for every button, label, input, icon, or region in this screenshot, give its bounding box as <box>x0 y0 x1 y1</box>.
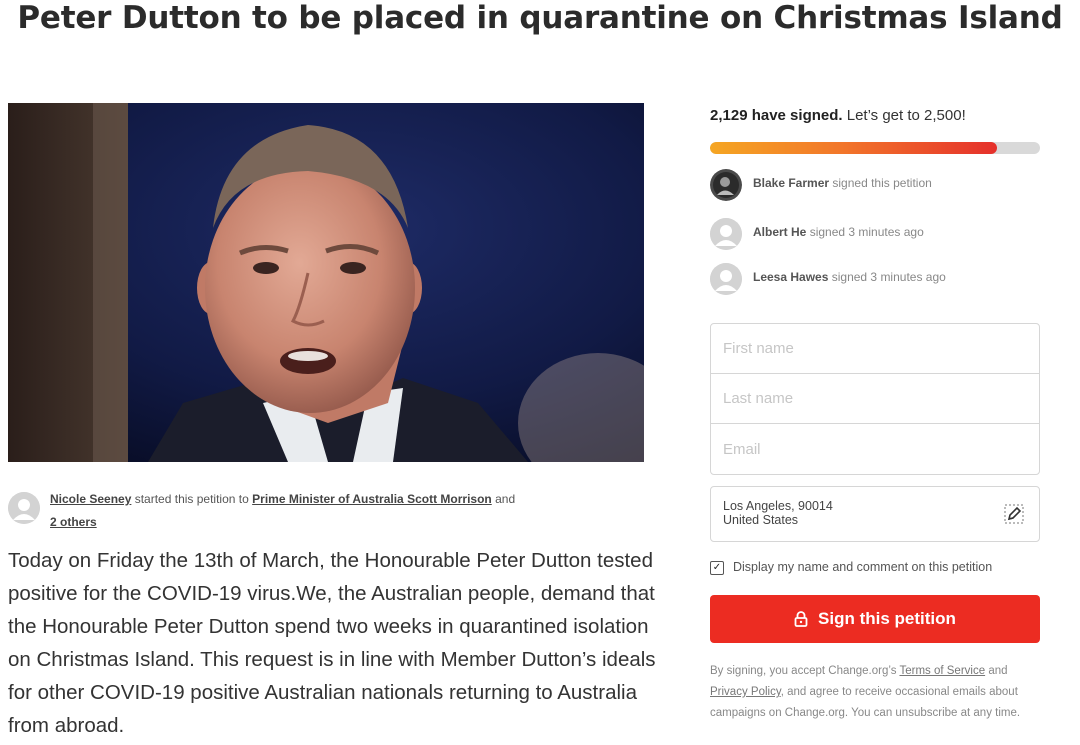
signer-name: Leesa Hawes <box>753 270 829 284</box>
signer-text: Leesa Hawes signed 3 minutes ago <box>753 270 946 284</box>
last-name-field[interactable] <box>711 374 1039 424</box>
display-name-checkbox[interactable]: ✓ <box>710 561 724 575</box>
display-name-option: ✓ Display my name and comment on this pe… <box>710 560 1040 576</box>
sign-petition-button[interactable]: Sign this petition <box>710 595 1040 643</box>
signer-action: signed this petition <box>832 176 932 190</box>
signing-disclaimer: By signing, you accept Change.org’s Term… <box>710 661 1040 724</box>
lock-icon <box>794 611 808 627</box>
signer-name: Blake Farmer <box>753 176 830 190</box>
first-name-field[interactable] <box>711 324 1039 374</box>
default-avatar-icon <box>710 218 742 250</box>
signer-name: Albert He <box>753 225 807 239</box>
location-country: United States <box>723 513 799 527</box>
recent-signer: Leesa Hawes signed 3 minutes ago <box>710 263 1040 295</box>
others-link[interactable]: 2 others <box>50 515 97 529</box>
starter-and-text: and <box>495 492 516 506</box>
recent-signer: Blake Farmer signed this petition <box>710 169 1040 201</box>
signer-avatar <box>710 169 742 201</box>
terms-of-service-link[interactable]: Terms of Service <box>899 665 985 677</box>
petition-starter: Nicole Seeney started this petition to P… <box>8 488 644 532</box>
user-photo-icon <box>710 169 742 201</box>
starter-name-link[interactable]: Nicole Seeney <box>50 492 131 506</box>
petition-description: Today on Friday the 13th of March, the H… <box>8 549 656 737</box>
privacy-policy-link[interactable]: Privacy Policy <box>710 686 781 698</box>
location-field[interactable]: Los Angeles, 90014 United States <box>710 486 1040 542</box>
signer-text: Albert He signed 3 minutes ago <box>753 225 924 239</box>
starter-middle-text: started this petition to <box>134 492 249 506</box>
default-avatar-icon <box>710 263 742 295</box>
location-city: Los Angeles, 90014 <box>723 499 833 513</box>
recent-signer: Albert He signed 3 minutes ago <box>710 218 1040 250</box>
petition-hero-image <box>8 103 644 462</box>
default-avatar-icon <box>8 492 40 524</box>
signer-avatar <box>710 263 742 295</box>
disclaimer-prefix: By signing, you accept Change.org’s <box>710 665 897 677</box>
edit-location-icon[interactable] <box>1003 503 1025 525</box>
page-title: Peter Dutton to be placed in quarantine … <box>17 0 1063 36</box>
signer-text: Blake Farmer signed this petition <box>753 176 932 190</box>
sign-petition-label: Sign this petition <box>818 609 956 628</box>
signature-progress-bar <box>710 142 1040 154</box>
signer-action: signed 3 minutes ago <box>831 270 946 284</box>
signature-goal-text: Let’s get to 2,500! <box>846 107 966 124</box>
display-name-label: Display my name and comment on this peti… <box>733 560 993 574</box>
starter-text: Nicole Seeney started this petition to P… <box>50 488 620 534</box>
disclaimer-and: and <box>988 665 1008 677</box>
starter-avatar <box>8 492 40 524</box>
progress-fill <box>710 142 998 154</box>
signed-count-text: 2,129 have signed. <box>710 107 843 124</box>
signature-count: 2,129 have signed. Let’s get to 2,500! <box>710 107 966 124</box>
signer-action: signed 3 minutes ago <box>809 225 924 239</box>
signer-avatar <box>710 218 742 250</box>
decision-maker-link[interactable]: Prime Minister of Australia Scott Morris… <box>252 492 492 506</box>
petition-photo <box>8 103 644 462</box>
sign-form <box>710 323 1040 475</box>
email-field[interactable] <box>711 424 1039 474</box>
